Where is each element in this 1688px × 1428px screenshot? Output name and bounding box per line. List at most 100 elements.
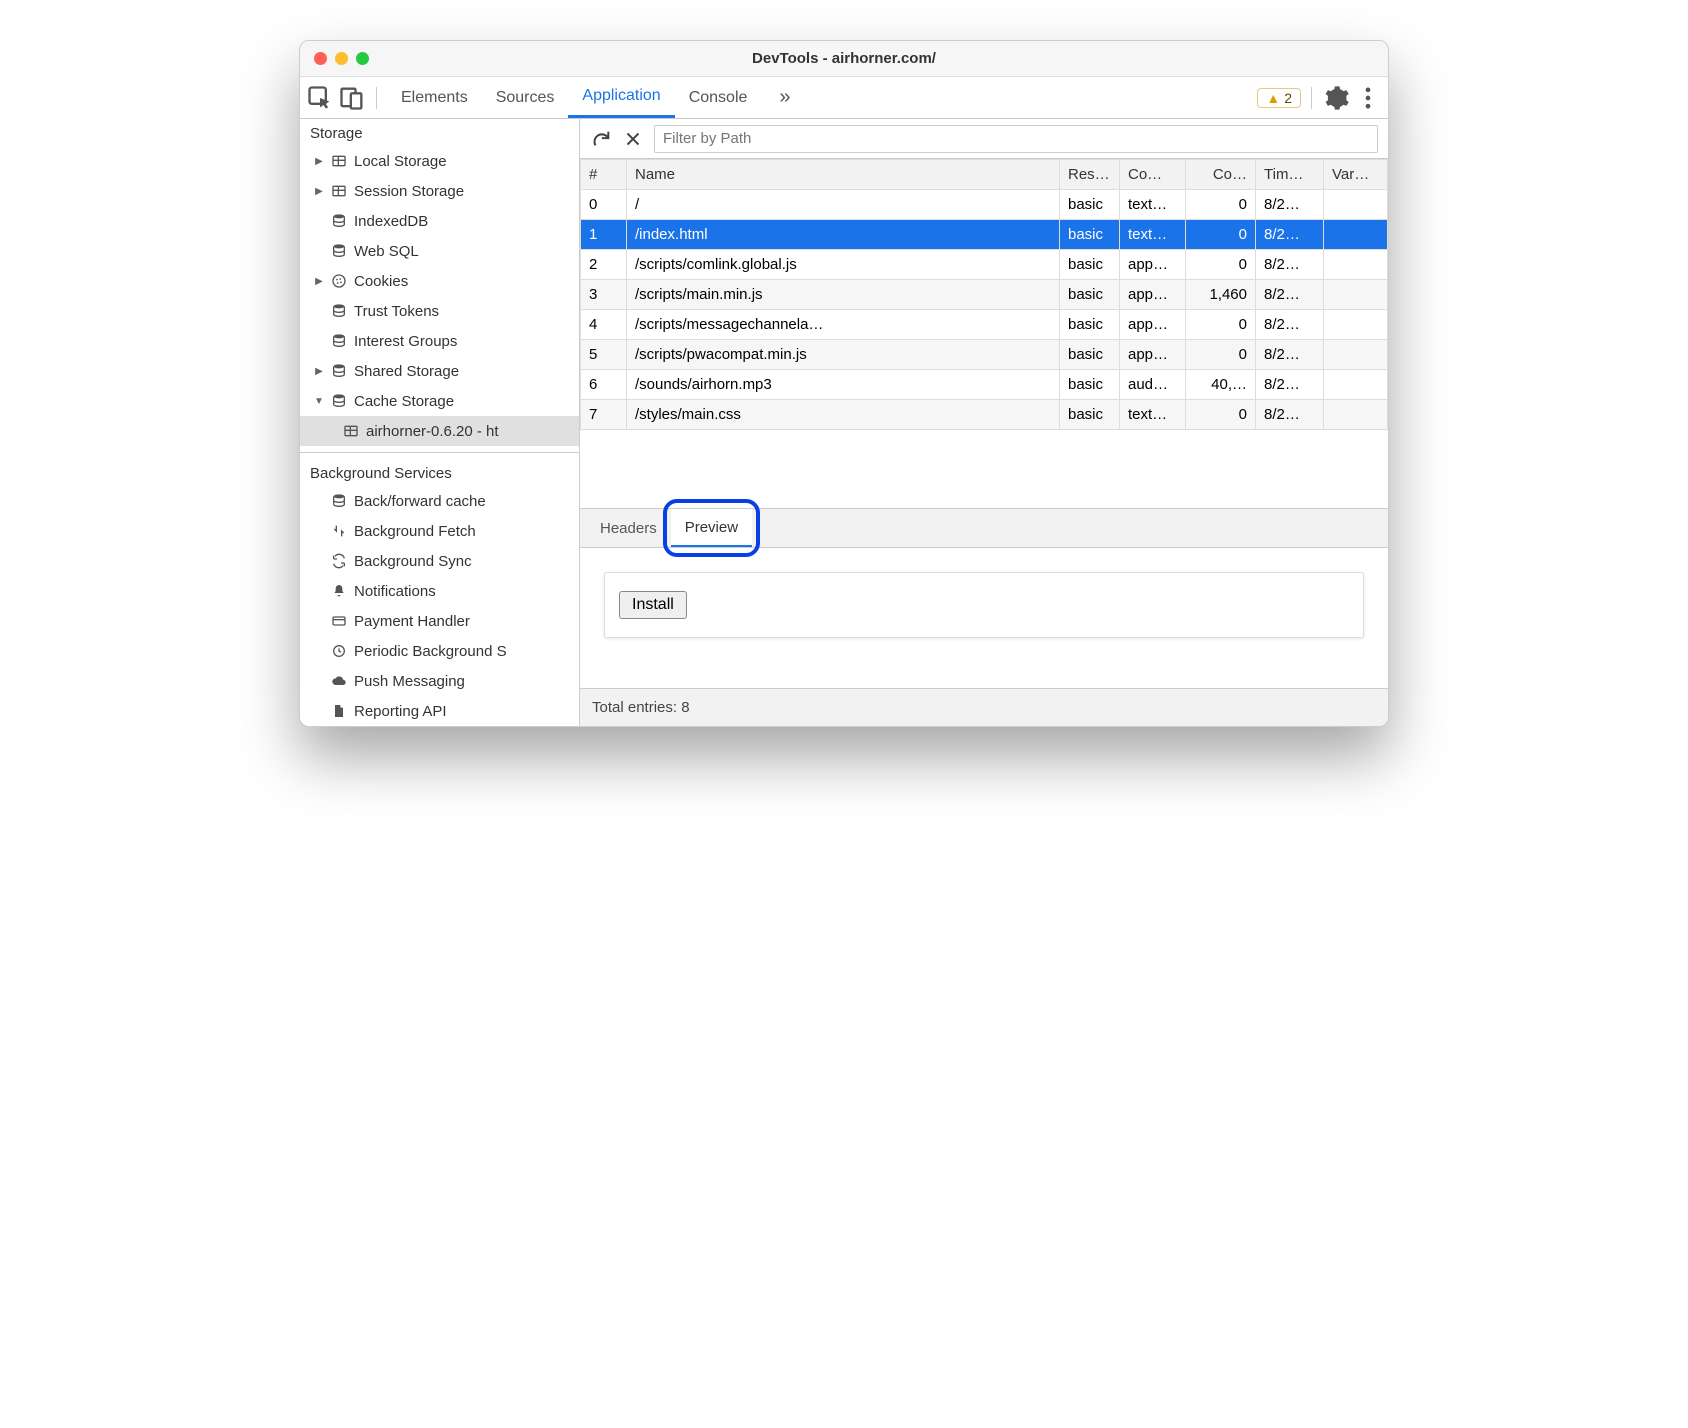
warning-count: 2 bbox=[1284, 90, 1292, 106]
db-icon bbox=[330, 212, 348, 230]
device-toggle-icon[interactable] bbox=[338, 84, 366, 112]
sidebar-item-cache-storage[interactable]: ▼ Cache Storage bbox=[300, 386, 579, 416]
column-header[interactable]: Co… bbox=[1186, 160, 1256, 190]
cell-co1: app… bbox=[1120, 250, 1186, 280]
sidebar-item-back-forward-cache[interactable]: Back/forward cache bbox=[300, 486, 579, 516]
kebab-menu-icon[interactable] bbox=[1354, 84, 1382, 112]
column-header[interactable]: Var… bbox=[1324, 160, 1388, 190]
cache-entries-table-wrap[interactable]: #NameRes…Co…Co…Tim…Var… 0/basictext…08/2… bbox=[580, 159, 1388, 508]
panel-tabs: ElementsSourcesApplicationConsole bbox=[387, 77, 761, 118]
cell-res: basic bbox=[1060, 190, 1120, 220]
more-tabs-button[interactable]: » bbox=[765, 77, 804, 118]
main-toolbar: ElementsSourcesApplicationConsole » ▲ 2 bbox=[300, 77, 1388, 119]
sidebar-item-push-messaging[interactable]: Push Messaging bbox=[300, 666, 579, 696]
tab-elements[interactable]: Elements bbox=[387, 77, 482, 118]
sidebar-item-periodic-background-s[interactable]: Periodic Background S bbox=[300, 636, 579, 666]
sidebar-item-background-fetch[interactable]: Background Fetch bbox=[300, 516, 579, 546]
table-row[interactable]: 0/basictext…08/2… bbox=[581, 190, 1388, 220]
sidebar-item-reporting-api[interactable]: Reporting API bbox=[300, 696, 579, 726]
table-row[interactable]: 1/index.htmlbasictext…08/2… bbox=[581, 220, 1388, 250]
cell-res: basic bbox=[1060, 370, 1120, 400]
sidebar-item-airhorner-0-6-20-ht[interactable]: airhorner-0.6.20 - ht bbox=[300, 416, 579, 446]
expand-arrow-icon[interactable]: ▶ bbox=[314, 186, 324, 197]
cell-tim: 8/2… bbox=[1256, 370, 1324, 400]
sidebar-item-session-storage[interactable]: ▶ Session Storage bbox=[300, 176, 579, 206]
column-header[interactable]: Co… bbox=[1120, 160, 1186, 190]
tab-sources[interactable]: Sources bbox=[482, 77, 569, 118]
cell-co1: aud… bbox=[1120, 370, 1186, 400]
sidebar-item-local-storage[interactable]: ▶Local Storage bbox=[300, 146, 579, 176]
sidebar-item-shared-storage[interactable]: ▶Shared Storage bbox=[300, 356, 579, 386]
tab-application[interactable]: Application bbox=[568, 77, 674, 118]
table-row[interactable]: 4/scripts/messagechannela…basicapp…08/2… bbox=[581, 310, 1388, 340]
sidebar-item-notifications[interactable]: Notifications bbox=[300, 576, 579, 606]
cache-entries-table: #NameRes…Co…Co…Tim…Var… 0/basictext…08/2… bbox=[580, 159, 1388, 430]
cell-tim: 8/2… bbox=[1256, 310, 1324, 340]
column-header[interactable]: # bbox=[581, 160, 627, 190]
sidebar-section-title: Background Services bbox=[300, 459, 579, 486]
table-row[interactable]: 3/scripts/main.min.jsbasicapp…1,4608/2… bbox=[581, 280, 1388, 310]
tab-console[interactable]: Console bbox=[675, 77, 762, 118]
db-icon bbox=[330, 392, 348, 410]
cell-co2: 0 bbox=[1186, 220, 1256, 250]
sidebar-item-label: Cookies bbox=[354, 273, 408, 290]
cell-name: /scripts/pwacompat.min.js bbox=[627, 340, 1060, 370]
install-button[interactable]: Install bbox=[619, 591, 687, 619]
db-icon bbox=[330, 362, 348, 380]
cell-co1: text… bbox=[1120, 400, 1186, 430]
sidebar-item-trust-tokens[interactable]: Trust Tokens bbox=[300, 296, 579, 326]
sidebar-item-label: Background Sync bbox=[354, 553, 472, 570]
cell-co2: 0 bbox=[1186, 250, 1256, 280]
cell-tim: 8/2… bbox=[1256, 220, 1324, 250]
detail-tab-preview[interactable]: Preview bbox=[671, 509, 752, 547]
filter-by-path-input[interactable] bbox=[654, 125, 1378, 153]
sidebar-item-web-sql[interactable]: Web SQL bbox=[300, 236, 579, 266]
preview-content: Install bbox=[604, 572, 1364, 638]
cell-tim: 8/2… bbox=[1256, 190, 1324, 220]
cell-idx: 5 bbox=[581, 340, 627, 370]
sidebar-item-cookies[interactable]: ▶ Cookies bbox=[300, 266, 579, 296]
sidebar-item-label: Back/forward cache bbox=[354, 493, 486, 510]
cloud-icon bbox=[330, 672, 348, 690]
db-icon bbox=[330, 492, 348, 510]
expand-arrow-icon[interactable]: ▶ bbox=[314, 366, 324, 377]
sidebar-item-label: Cache Storage bbox=[354, 393, 454, 410]
table-row[interactable]: 5/scripts/pwacompat.min.jsbasicapp…08/2… bbox=[581, 340, 1388, 370]
sidebar-item-label: IndexedDB bbox=[354, 213, 428, 230]
cell-var bbox=[1324, 280, 1388, 310]
cell-co2: 0 bbox=[1186, 310, 1256, 340]
expand-arrow-icon[interactable]: ▶ bbox=[314, 276, 324, 287]
inspect-element-icon[interactable] bbox=[306, 84, 334, 112]
clear-icon[interactable] bbox=[622, 128, 644, 150]
refresh-icon[interactable] bbox=[590, 128, 612, 150]
cell-idx: 6 bbox=[581, 370, 627, 400]
column-header[interactable]: Name bbox=[627, 160, 1060, 190]
cell-res: basic bbox=[1060, 220, 1120, 250]
sidebar-item-interest-groups[interactable]: Interest Groups bbox=[300, 326, 579, 356]
sidebar-item-payment-handler[interactable]: Payment Handler bbox=[300, 606, 579, 636]
sidebar-item-indexeddb[interactable]: IndexedDB bbox=[300, 206, 579, 236]
sidebar-item-background-sync[interactable]: Background Sync bbox=[300, 546, 579, 576]
cell-tim: 8/2… bbox=[1256, 250, 1324, 280]
table-icon bbox=[342, 422, 360, 440]
sidebar-item-label: Web SQL bbox=[354, 243, 419, 260]
table-row[interactable]: 6/sounds/airhorn.mp3basicaud…40,…8/2… bbox=[581, 370, 1388, 400]
application-sidebar: Storage▶Local Storage▶Session StorageInd… bbox=[300, 119, 580, 726]
table-row[interactable]: 7/styles/main.cssbasictext…08/2… bbox=[581, 400, 1388, 430]
cell-res: basic bbox=[1060, 400, 1120, 430]
expand-arrow-icon[interactable]: ▶ bbox=[314, 156, 324, 167]
cell-var bbox=[1324, 310, 1388, 340]
cell-name: /scripts/comlink.global.js bbox=[627, 250, 1060, 280]
sidebar-item-label: Session Storage bbox=[354, 183, 464, 200]
cell-var bbox=[1324, 370, 1388, 400]
expand-arrow-icon[interactable]: ▼ bbox=[314, 396, 324, 407]
column-header[interactable]: Res… bbox=[1060, 160, 1120, 190]
warnings-badge[interactable]: ▲ 2 bbox=[1257, 88, 1301, 108]
table-icon bbox=[330, 152, 348, 170]
toolbar-separator bbox=[376, 87, 377, 109]
settings-gear-icon[interactable] bbox=[1322, 84, 1350, 112]
detail-tab-headers[interactable]: Headers bbox=[586, 509, 671, 547]
toolbar-separator bbox=[1311, 87, 1312, 109]
column-header[interactable]: Tim… bbox=[1256, 160, 1324, 190]
table-row[interactable]: 2/scripts/comlink.global.jsbasicapp…08/2… bbox=[581, 250, 1388, 280]
